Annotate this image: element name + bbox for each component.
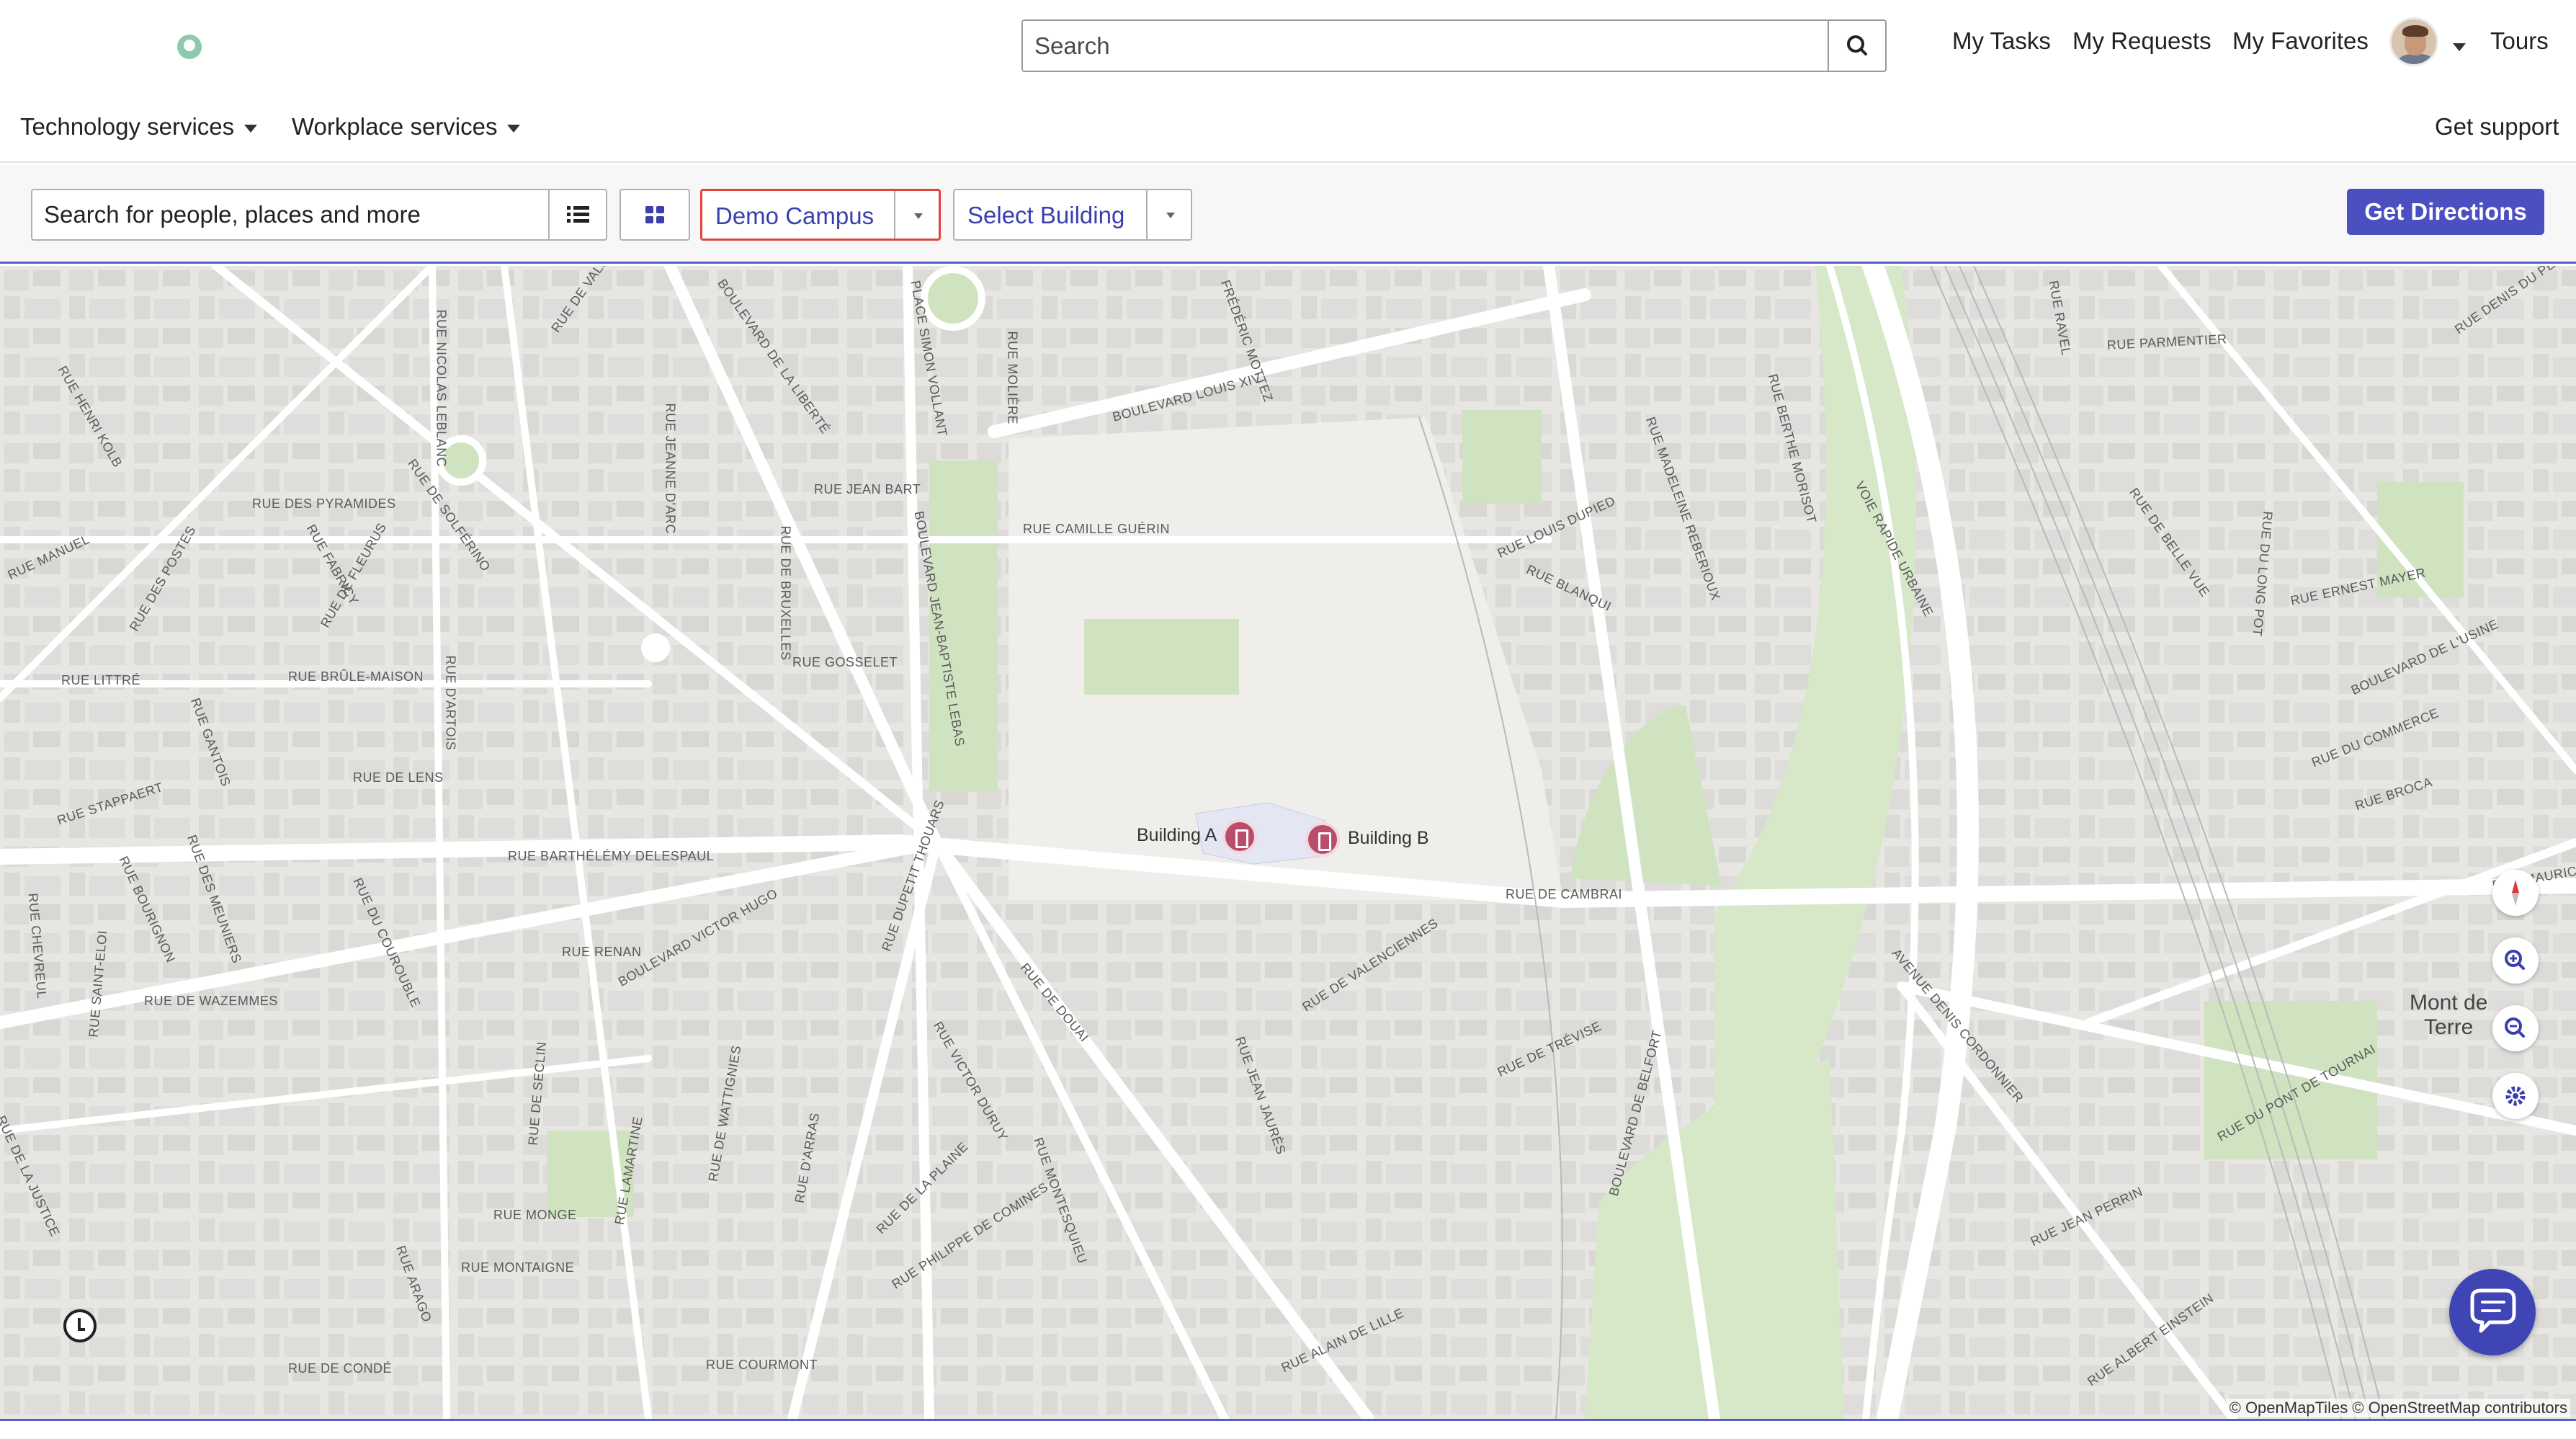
building-select[interactable]: Select Building: [953, 189, 1192, 241]
street-label: RUE DES PYRAMIDES: [252, 496, 396, 511]
map-settings-button[interactable]: [2492, 1073, 2539, 1119]
people-search: [31, 189, 550, 241]
building-select-value: Select Building: [967, 202, 1125, 228]
grid-view-button[interactable]: [620, 189, 690, 241]
global-search-input[interactable]: [1034, 21, 1827, 71]
street-label: RUE GOSSELET: [792, 655, 898, 669]
building-b-marker[interactable]: [1305, 822, 1340, 857]
nav-my-requests[interactable]: My Requests: [2072, 27, 2211, 55]
compass-button[interactable]: [2492, 870, 2539, 916]
street-label: RUE JEANNE D'ARC: [663, 403, 678, 534]
menu-workplace-services[interactable]: Workplace services: [292, 113, 521, 141]
get-directions-button[interactable]: Get Directions: [2347, 189, 2544, 235]
chat-icon: [2470, 1288, 2516, 1333]
chevron-down-icon: [507, 124, 521, 133]
list-view-button[interactable]: [548, 189, 607, 241]
campus-select-value: Demo Campus: [715, 202, 875, 229]
city-label: Mont de Terre: [2410, 991, 2487, 1040]
zoom-in-button[interactable]: [2492, 937, 2539, 984]
building-a-marker[interactable]: [1222, 819, 1257, 854]
top-header: My Tasks My Requests My Favorites Tours …: [0, 0, 2576, 163]
nav-my-tasks[interactable]: My Tasks: [1952, 27, 2051, 55]
building-a-label: Building A: [1137, 825, 1217, 845]
street-label: RUE D'ARTOIS: [443, 655, 458, 751]
map-base-layer: [0, 266, 2576, 1419]
street-label: RUE BARTHÉLÉMY DELESPAUL: [508, 849, 715, 863]
search-icon: [1847, 35, 1867, 55]
grid-icon: [645, 206, 664, 223]
campus-map[interactable]: RUE NICOLAS LEBLANC RUE DE VALMY BOULEVARD…: [0, 266, 2576, 1419]
map-attribution: © OpenMapTiles © OpenStreetMap contribut…: [2226, 1399, 2570, 1417]
zoom-out-icon: [2505, 1017, 2525, 1038]
street-label: RUE DE WAZEMMES: [144, 994, 278, 1008]
bottom-border: [0, 1419, 2576, 1439]
street-label: RUE CAMILLE GUÉRIN: [1023, 522, 1171, 536]
menu-workplace-services-label: Workplace services: [292, 113, 498, 140]
avatar[interactable]: [2389, 17, 2438, 66]
street-label: RUE COURMONT: [706, 1358, 818, 1372]
chat-button[interactable]: [2449, 1269, 2536, 1355]
street-label: RUE JEAN BART: [814, 482, 921, 496]
street-label: RUE LITTRÉ: [61, 673, 141, 687]
street-label: RUE DE BRUXELLES: [778, 525, 793, 661]
street-label: RUE NICOLAS LEBLANC: [434, 309, 449, 468]
menu-technology-services-label: Technology services: [20, 113, 235, 140]
street-label: RUE DE LENS: [353, 770, 444, 785]
history-button[interactable]: [63, 1309, 97, 1342]
compass-icon: [2512, 880, 2519, 906]
menu-get-support[interactable]: Get support: [2435, 113, 2559, 141]
app-logo[interactable]: [177, 35, 202, 59]
street-label: RUE BRÛLE-MAISON: [288, 669, 424, 684]
list-icon: [567, 206, 589, 223]
people-search-input[interactable]: [44, 190, 541, 239]
map-toolbar: Demo Campus Select Building Get Directio…: [0, 164, 2576, 264]
menu-technology-services[interactable]: Technology services: [20, 113, 258, 141]
chevron-down-icon: [244, 124, 258, 133]
gear-icon: [2505, 1086, 2526, 1106]
global-search: [1021, 19, 1887, 72]
street-label: RUE RENAN: [562, 945, 642, 959]
zoom-in-icon: [2505, 950, 2525, 970]
city-label-text: Mont de Terre: [2410, 991, 2488, 1039]
chevron-down-icon: [894, 191, 939, 239]
building-b-label: Building B: [1348, 828, 1429, 848]
chevron-down-icon[interactable]: [2453, 43, 2466, 51]
street-label: RUE DE CONDÉ: [288, 1361, 393, 1376]
global-search-button[interactable]: [1828, 21, 1885, 71]
street-label: RUE MONGE: [493, 1208, 577, 1222]
street-label: RUE MONTAIGNE: [461, 1260, 575, 1275]
street-label: RUE DE CAMBRAI: [1506, 887, 1623, 901]
street-label: RUE MOLIÈRE: [1005, 331, 1020, 425]
chevron-down-icon: [1146, 190, 1191, 239]
nav-tours[interactable]: Tours: [2490, 27, 2549, 55]
zoom-out-button[interactable]: [2492, 1005, 2539, 1051]
campus-select[interactable]: Demo Campus: [700, 189, 941, 241]
nav-my-favorites[interactable]: My Favorites: [2232, 27, 2369, 55]
